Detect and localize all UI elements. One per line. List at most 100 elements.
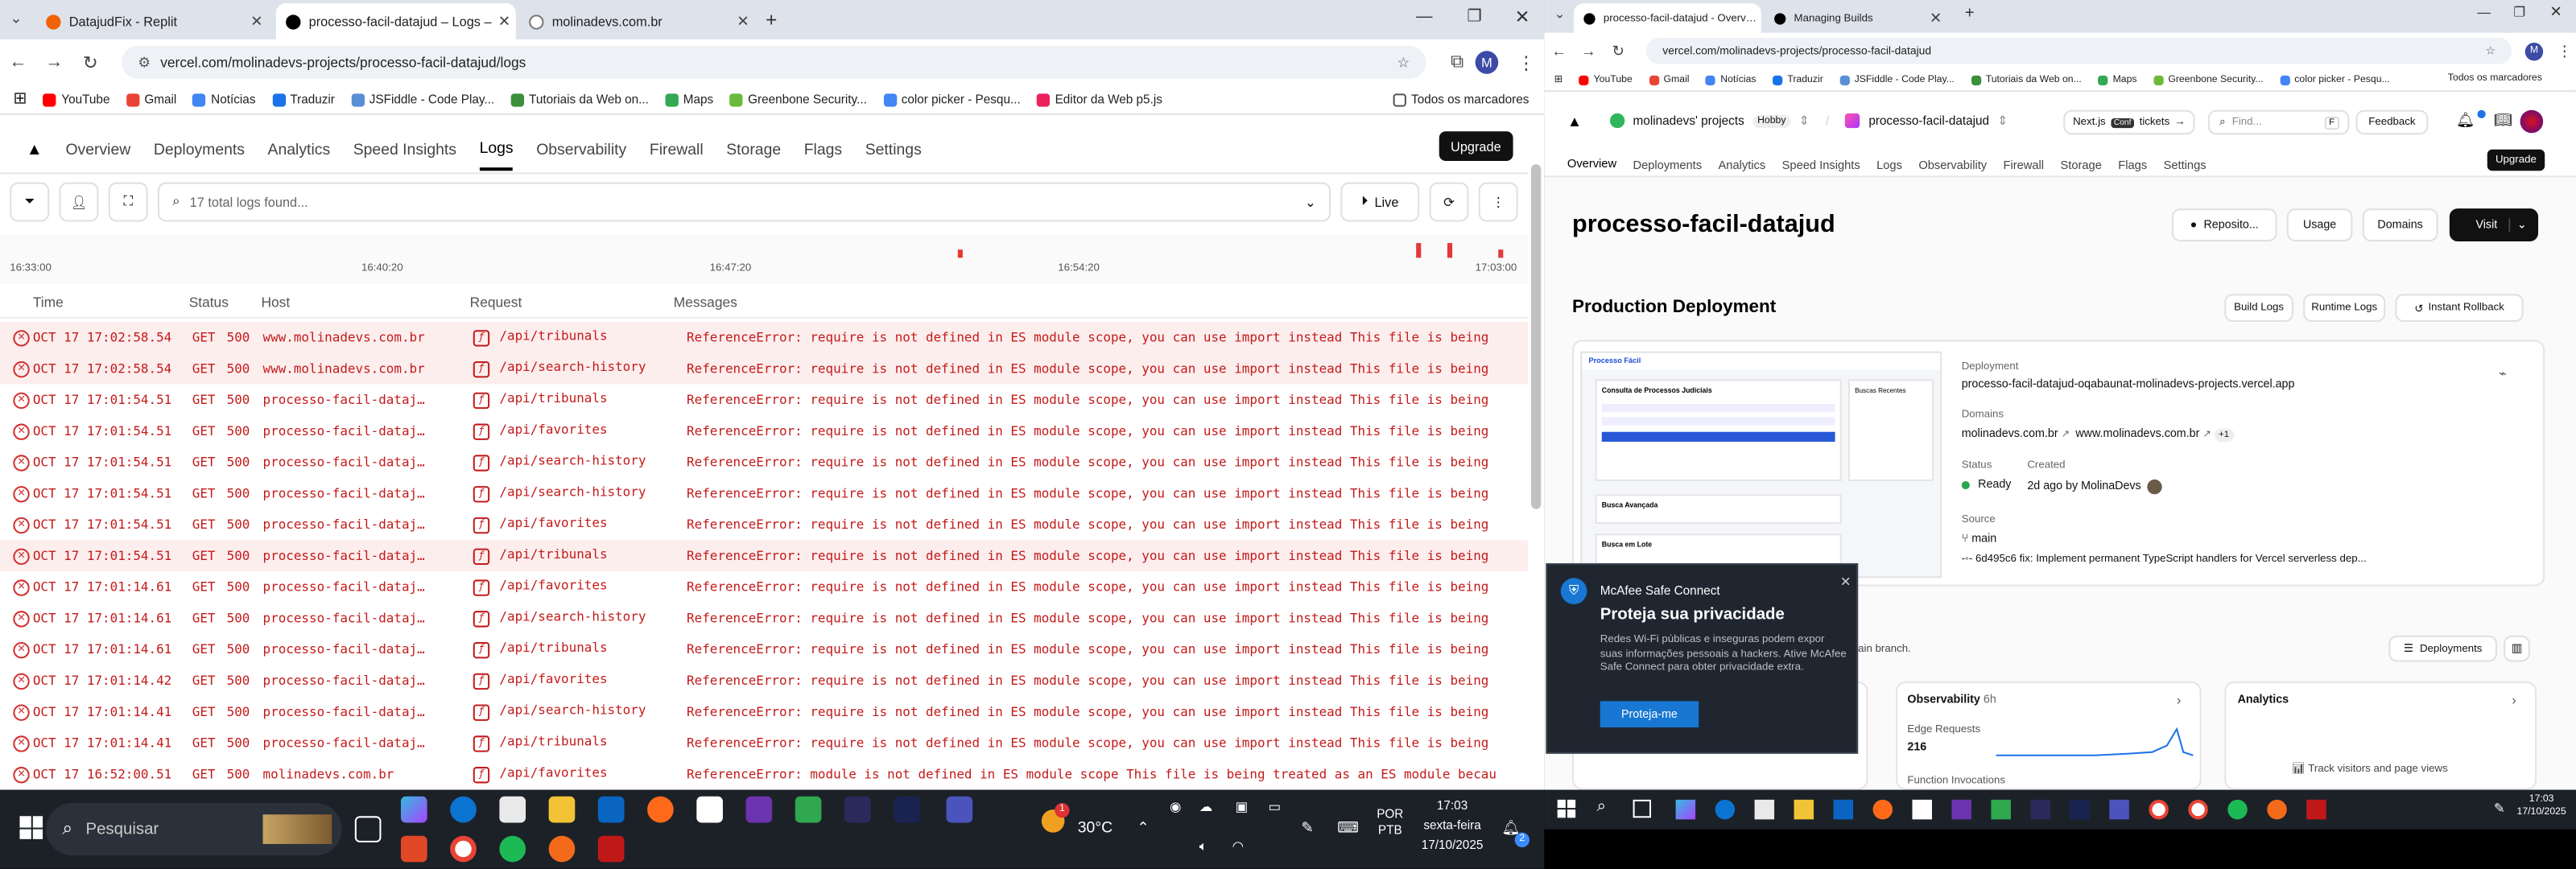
- team-switcher[interactable]: molinadevs' projects Hobby ⇕ / processo-…: [1609, 113, 2008, 129]
- outlook-icon[interactable]: [1833, 799, 1854, 820]
- bookmark-youtube[interactable]: YouTube: [43, 92, 110, 107]
- maximize-button[interactable]: ❐: [1467, 8, 1481, 26]
- back-icon[interactable]: ←: [1544, 43, 1574, 59]
- bookmark-traduzir[interactable]: Traduzir: [271, 92, 335, 107]
- bell-icon[interactable]: 🔔︎: [2456, 112, 2475, 130]
- reload-icon[interactable]: ↻: [72, 51, 109, 72]
- nav-speed-insights[interactable]: Speed Insights: [353, 131, 456, 169]
- more-domains-badge[interactable]: +1: [2214, 428, 2235, 442]
- next-conf-tickets-button[interactable]: Next.js Conf tickets →: [2063, 109, 2195, 135]
- menu-kebab-icon[interactable]: ⋮: [2553, 42, 2576, 60]
- log-row[interactable]: ✕ OCT 17 17:01:54.51 GET 500 processo-facil-…: [0, 447, 1528, 478]
- vercel-logo-icon[interactable]: ▲: [27, 131, 43, 169]
- disney-icon[interactable]: [2070, 799, 2090, 820]
- chevron-right-icon[interactable]: ›: [2177, 693, 2181, 707]
- log-row[interactable]: ✕ OCT 17 17:01:54.51 GET 500 processo-facil-…: [0, 478, 1528, 509]
- windows-start-icon[interactable]: [19, 816, 43, 839]
- instant-rollback-button[interactable]: ↺ Instant Rollback: [2395, 294, 2524, 322]
- nav-settings[interactable]: Settings: [865, 131, 922, 169]
- tab-managing-builds[interactable]: Managing Builds ✕: [1765, 3, 1952, 33]
- scrollbar[interactable]: [1531, 164, 1542, 509]
- nav-deployments[interactable]: Deployments: [154, 131, 245, 169]
- tab-vercel-overview[interactable]: processo-facil-datajud - Overv… ✕: [1574, 3, 1761, 33]
- outlook-icon[interactable]: [597, 796, 625, 823]
- disney-icon[interactable]: [894, 796, 920, 823]
- bookmark-youtube[interactable]: YouTube: [1579, 74, 1633, 85]
- site-info-icon[interactable]: ⚙: [138, 53, 151, 71]
- copilot-icon[interactable]: [1675, 799, 1696, 820]
- forward-icon[interactable]: →: [36, 52, 72, 72]
- live-button[interactable]: ⏵ Live: [1340, 182, 1420, 222]
- temperature[interactable]: 30°C: [1078, 819, 1113, 837]
- store-icon[interactable]: [499, 796, 526, 823]
- edge-icon[interactable]: [1715, 799, 1736, 820]
- nav-logs[interactable]: Logs: [479, 130, 514, 171]
- bookmark-jsfiddle[interactable]: JSFiddle - Code Play...: [351, 92, 494, 107]
- tab-replit[interactable]: DatajudFix - Replit ✕: [36, 3, 273, 39]
- log-row[interactable]: ✕ OCT 17 17:01:54.51 GET 500 processo-facil-…: [0, 540, 1528, 572]
- deployment-url[interactable]: processo-facil-datajud-oqabaunat-molinad…: [1962, 379, 2295, 390]
- close-icon[interactable]: ✕: [244, 12, 262, 30]
- spotify-icon[interactable]: [499, 835, 526, 863]
- chevron-up-icon[interactable]: ⌃: [1137, 819, 1149, 837]
- nav-flags[interactable]: Flags: [804, 131, 842, 169]
- chevron-right-icon[interactable]: ›: [2512, 693, 2516, 707]
- profile-avatar[interactable]: M: [1475, 51, 1499, 74]
- app-icon[interactable]: [795, 796, 822, 823]
- sidebar-toggle-button[interactable]: ▥: [2504, 635, 2530, 662]
- user-filter-button[interactable]: 👤︎: [59, 182, 99, 222]
- tab-search-icon[interactable]: ⌄: [1554, 6, 1566, 21]
- taskbar-search[interactable]: ⌕ Pesquisar: [46, 802, 342, 856]
- nav-storage[interactable]: Storage: [726, 131, 781, 169]
- chrome-icon[interactable]: [2149, 799, 2169, 820]
- tab-molinadevs[interactable]: molinadevs.com.br ✕: [519, 3, 759, 39]
- find-input[interactable]: ⌕ Find... F: [2207, 109, 2350, 135]
- visual-studio-icon[interactable]: [745, 796, 773, 823]
- minimize-button[interactable]: —: [1416, 8, 1432, 26]
- visual-studio-icon[interactable]: [1951, 799, 1971, 820]
- timeline-chart[interactable]: 16:33:00 16:40:20 16:47:20 16:54:20 17:0…: [0, 234, 1528, 285]
- store-icon[interactable]: [1754, 799, 1775, 820]
- forward-icon[interactable]: →: [1574, 43, 1604, 59]
- close-icon[interactable]: ✕: [730, 12, 749, 30]
- explorer-icon[interactable]: [1794, 799, 1814, 820]
- language-indicator[interactable]: POR PTB: [1377, 806, 1403, 839]
- profile-avatar[interactable]: M: [2524, 42, 2544, 60]
- teams-icon[interactable]: [946, 796, 973, 823]
- protect-me-button[interactable]: Proteja-me: [1600, 701, 1699, 728]
- wifi-icon[interactable]: ◠: [1232, 839, 1244, 854]
- menu-kebab-icon[interactable]: ⋮: [1508, 51, 1544, 72]
- bookmark-p5js[interactable]: Editor da Web p5.js: [1037, 92, 1162, 107]
- minimize-button[interactable]: —: [2478, 5, 2491, 19]
- clock[interactable]: 17:03 sexta-feira 17/10/2025: [1413, 797, 1492, 855]
- runtime-logs-button[interactable]: Runtime Logs: [2303, 294, 2386, 322]
- visit-button[interactable]: Visit ⌄: [2449, 208, 2539, 241]
- tray-cloud-icon[interactable]: ☁: [1199, 800, 1212, 814]
- branch-info[interactable]: ⑂ main: [1962, 533, 1997, 545]
- mcafee-icon[interactable]: [597, 835, 625, 863]
- notepad-icon[interactable]: [696, 796, 723, 823]
- copilot-icon[interactable]: [400, 796, 427, 823]
- close-icon[interactable]: ✕: [492, 12, 510, 30]
- activity-icon[interactable]: ⌁: [2499, 366, 2507, 381]
- user-avatar[interactable]: [2520, 109, 2544, 134]
- vercel-logo-icon[interactable]: ▲: [1567, 113, 1582, 130]
- log-row[interactable]: ✕ OCT 17 17:01:54.51 GET 500 processo-facil-…: [0, 415, 1528, 447]
- app-icon[interactable]: [1991, 799, 2011, 820]
- bookmark-noticias[interactable]: Notícias: [1705, 74, 1757, 85]
- bookmark-tutoriais[interactable]: Tutoriais da Web on...: [1971, 74, 2082, 85]
- log-row[interactable]: ✕ OCT 17 17:01:14.61 GET 500 processo-facil-…: [0, 571, 1528, 603]
- search-icon[interactable]: ⌕: [1597, 798, 1606, 816]
- nav-analytics[interactable]: Analytics: [268, 131, 331, 169]
- firefox-icon[interactable]: [647, 796, 674, 823]
- extensions-icon[interactable]: ⧉: [1439, 51, 1476, 73]
- log-search-input[interactable]: ⌕ 17 total logs found... ⌄: [157, 182, 1331, 222]
- notepad-icon[interactable]: [1912, 799, 1932, 820]
- domain-link[interactable]: www.molinadevs.com.br: [2075, 429, 2199, 440]
- chevron-down-icon[interactable]: ⌄: [2508, 218, 2527, 232]
- app-icon[interactable]: [400, 835, 427, 863]
- bookmark-colorpicker[interactable]: color picker - Pesqu...: [2279, 74, 2390, 85]
- bookmark-star-icon[interactable]: ☆: [1397, 53, 1410, 71]
- edge-icon[interactable]: [450, 796, 477, 823]
- more-button[interactable]: ⋮: [1478, 182, 1518, 222]
